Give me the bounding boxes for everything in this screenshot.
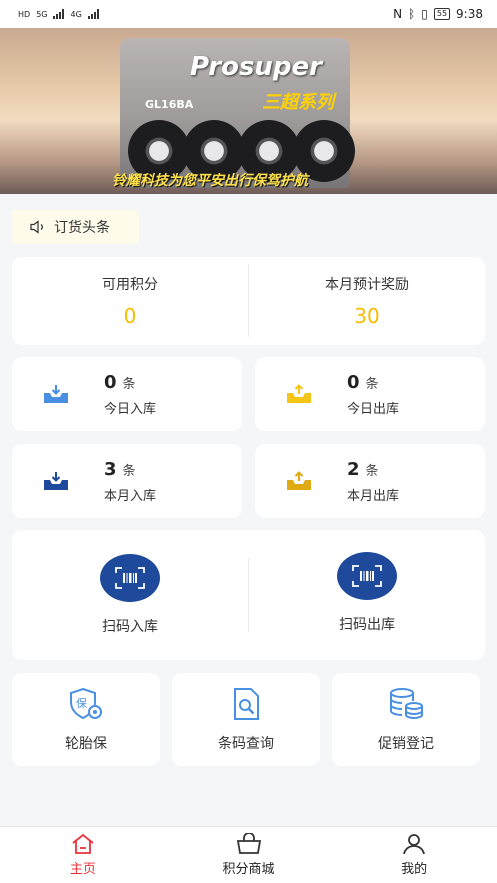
- shopping-bag-icon: [236, 833, 261, 854]
- signal-icon: [53, 9, 65, 19]
- barcode-scan-icon: [337, 552, 397, 600]
- tab-mine-label: 我的: [401, 862, 428, 877]
- banner-model: GL16BA: [145, 98, 194, 111]
- monthly-reward-label: 本月预计奖励: [325, 277, 409, 293]
- today-in-unit: 条: [122, 376, 136, 392]
- tab-points-mall[interactable]: 积分商城: [166, 827, 332, 883]
- database-icon: [390, 687, 423, 719]
- month-in-count: 3: [104, 458, 117, 480]
- banner-slogan: 铃耀科技为您平安出行保驾护航: [112, 173, 308, 189]
- scan-out-label: 扫码出库: [339, 617, 395, 633]
- shield-gear-icon: 保: [70, 687, 102, 719]
- today-in-card[interactable]: 0条 今日入库: [12, 357, 242, 431]
- today-in-count: 0: [104, 371, 117, 393]
- scan-in-label: 扫码入库: [102, 619, 158, 635]
- tab-home[interactable]: 主页: [0, 827, 166, 883]
- 4g-label: 4G: [70, 9, 82, 19]
- available-points[interactable]: 可用积分 0: [12, 257, 248, 345]
- month-out-unit: 条: [365, 463, 379, 479]
- signal-icon: [87, 9, 99, 19]
- status-bar: HD 5G 4G N ᛒ ▯ 55 9:38: [0, 0, 497, 28]
- month-in-label: 本月入库: [104, 488, 157, 504]
- barcode-query-button[interactable]: 条码查询: [172, 673, 320, 766]
- promo-register-label: 促销登记: [378, 735, 434, 752]
- document-search-icon: [234, 687, 259, 720]
- tire-insurance-button[interactable]: 保 轮胎保: [12, 673, 160, 766]
- month-out-card[interactable]: 2条 本月出库: [255, 444, 485, 518]
- promo-register-button[interactable]: 促销登记: [332, 673, 480, 766]
- available-points-value: 0: [123, 304, 137, 328]
- clock: 9:38: [456, 7, 483, 21]
- inbox-out-icon: [287, 471, 311, 490]
- home-icon: [72, 833, 94, 854]
- speaker-icon: [30, 220, 43, 234]
- battery-icon: 55: [433, 8, 451, 20]
- scan-out-button[interactable]: 扫码出库: [249, 530, 485, 660]
- month-out-count: 2: [347, 458, 360, 480]
- barcode-scan-icon: [100, 554, 160, 602]
- monthly-reward-value: 30: [354, 304, 380, 328]
- banner-series: 三超系列: [262, 92, 334, 113]
- hd-label: HD: [18, 9, 31, 19]
- order-headlines[interactable]: 订货头条: [12, 210, 139, 244]
- bottom-tab-bar: 主页 积分商城 我的: [0, 826, 497, 883]
- tab-points-mall-label: 积分商城: [222, 862, 275, 877]
- vibrate-icon: ▯: [421, 7, 428, 21]
- points-card: 可用积分 0 本月预计奖励 30: [12, 257, 485, 345]
- today-out-card[interactable]: 0条 今日出库: [255, 357, 485, 431]
- user-icon: [403, 834, 426, 855]
- scan-card: 扫码入库 扫码出库: [12, 530, 485, 660]
- bluetooth-icon: ᛒ: [408, 7, 416, 21]
- svg-text:保: 保: [76, 696, 87, 710]
- today-out-unit: 条: [365, 376, 379, 392]
- available-points-label: 可用积分: [102, 277, 158, 293]
- tab-mine[interactable]: 我的: [331, 827, 497, 883]
- inbox-in-icon: [44, 385, 68, 403]
- order-headlines-label: 订货头条: [54, 220, 110, 236]
- today-in-label: 今日入库: [104, 401, 157, 417]
- inbox-out-icon: [287, 384, 311, 403]
- tab-home-label: 主页: [69, 862, 96, 877]
- status-signals: HD 5G 4G: [18, 9, 99, 19]
- today-out-count: 0: [347, 371, 360, 393]
- month-in-card[interactable]: 3条 本月入库: [12, 444, 242, 518]
- banner-brand: Prosuper: [190, 52, 322, 82]
- scan-in-button[interactable]: 扫码入库: [12, 530, 248, 660]
- status-right: N ᛒ ▯ 55 9:38: [393, 7, 483, 21]
- month-out-label: 本月出库: [347, 488, 400, 504]
- 5g-label: 5G: [36, 9, 48, 19]
- promo-banner[interactable]: Prosuper 三超系列 GL16BA 铃耀科技为您平安出行保驾护航: [0, 28, 497, 194]
- inbox-in-icon: [44, 472, 68, 490]
- monthly-reward[interactable]: 本月预计奖励 30: [249, 257, 485, 345]
- barcode-query-label: 条码查询: [218, 735, 274, 752]
- nfc-icon: N: [393, 7, 403, 21]
- month-in-unit: 条: [122, 463, 136, 479]
- tire-insurance-label: 轮胎保: [65, 735, 107, 752]
- today-out-label: 今日出库: [347, 401, 400, 417]
